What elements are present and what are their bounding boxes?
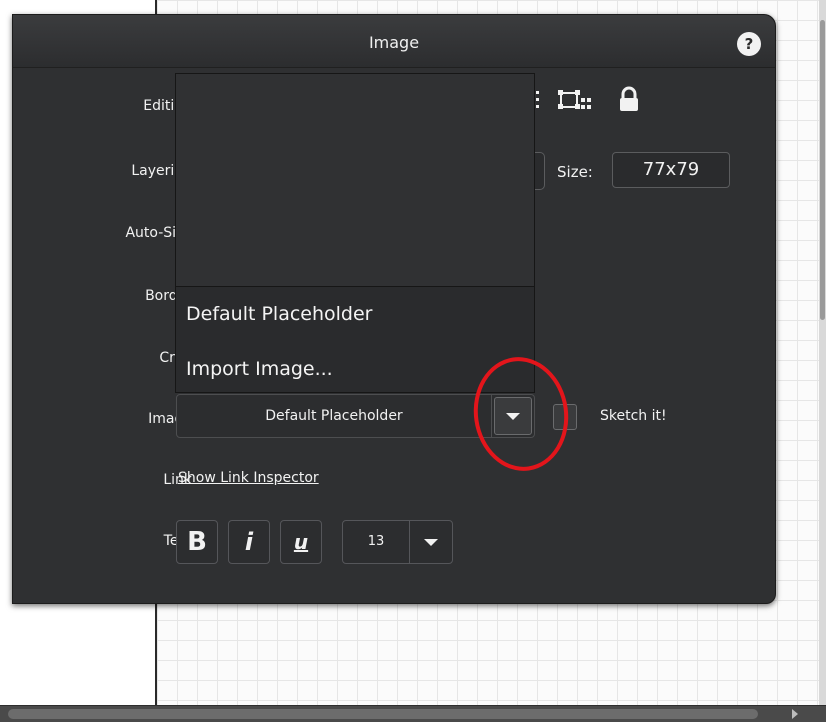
image-preview <box>176 74 534 287</box>
size-field[interactable]: 77x79 <box>612 152 730 188</box>
bold-button[interactable]: B <box>176 520 218 564</box>
vertical-scroll-thumb[interactable] <box>820 20 825 320</box>
italic-button[interactable]: i <box>228 520 270 564</box>
size-label: Size: <box>557 163 593 181</box>
help-icon[interactable]: ? <box>737 32 761 56</box>
resize-icon[interactable] <box>557 87 597 115</box>
panel-title: Image <box>368 33 420 52</box>
image-select[interactable]: Default Placeholder <box>176 394 492 438</box>
font-size-dropdown[interactable] <box>409 520 453 564</box>
menu-item-import-image[interactable]: Import Image... <box>186 358 333 380</box>
underline-button[interactable]: u <box>280 520 322 564</box>
scroll-right-icon[interactable] <box>792 709 798 719</box>
font-size-field[interactable]: 13 <box>342 520 410 564</box>
pointer-icon[interactable] <box>534 89 544 113</box>
show-link-inspector-link[interactable]: Show Link Inspector <box>178 470 319 486</box>
horizontal-scrollbar[interactable] <box>0 705 826 722</box>
menu-item-default-placeholder[interactable]: Default Placeholder <box>186 303 372 325</box>
vertical-scrollbar[interactable] <box>819 0 826 705</box>
image-source-menu: Default Placeholder Import Image... <box>175 73 535 393</box>
layering-control-edge[interactable] <box>534 152 545 190</box>
lock-icon[interactable] <box>618 86 640 114</box>
sketch-label: Sketch it! <box>600 408 667 424</box>
chevron-down-icon <box>424 539 438 546</box>
inspector-titlebar[interactable]: Image ? <box>13 15 775 68</box>
horizontal-scroll-thumb[interactable] <box>8 709 758 719</box>
